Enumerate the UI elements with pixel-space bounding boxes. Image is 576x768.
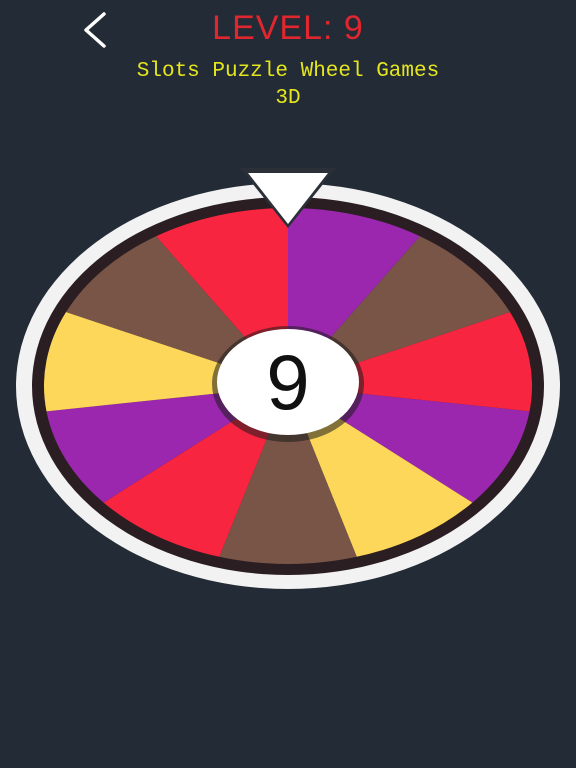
- spin-wheel[interactable]: 9: [0, 0, 576, 768]
- center-number: 9: [266, 338, 309, 426]
- wheel-area: 9: [0, 0, 576, 768]
